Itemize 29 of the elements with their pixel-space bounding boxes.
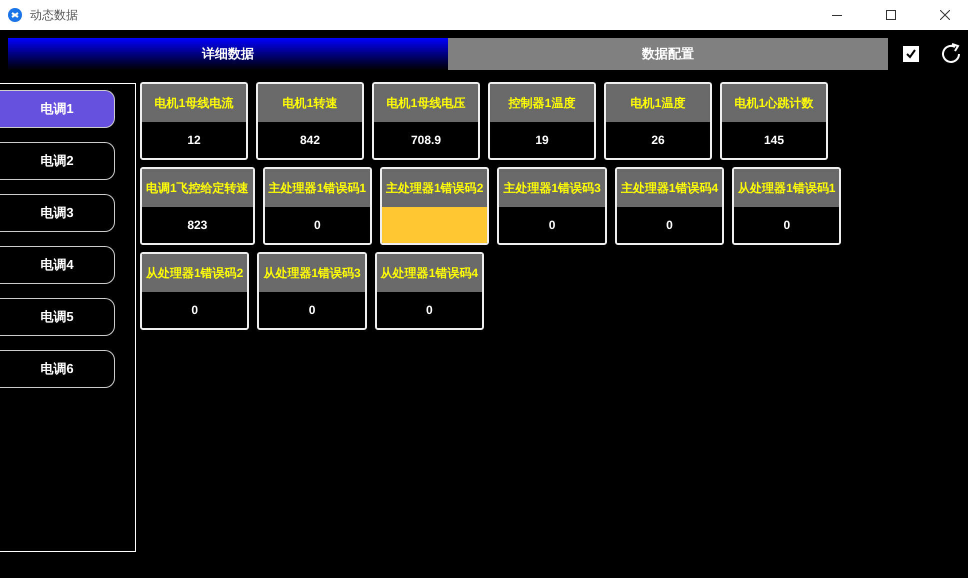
app-icon <box>8 8 22 22</box>
sidebar-item[interactable]: 电调4 <box>0 246 115 284</box>
window-title: 动态数据 <box>30 6 79 24</box>
tile-label: 电调1飞控给定转速 <box>142 169 253 207</box>
tab[interactable]: 数据配置 <box>448 38 888 70</box>
checkbox[interactable] <box>903 46 919 62</box>
tile-label: 主处理器1错误码2 <box>382 169 488 207</box>
sidebar-item[interactable]: 电调3 <box>0 194 115 232</box>
tile-label: 电机1温度 <box>606 84 710 122</box>
refresh-icon[interactable] <box>939 42 963 66</box>
tile-label: 从处理器1错误码3 <box>259 254 365 292</box>
tile-label: 电机1转速 <box>258 84 362 122</box>
sidebar-item[interactable]: 电调6 <box>0 350 115 388</box>
tile-label: 从处理器1错误码2 <box>142 254 248 292</box>
maximize-icon[interactable] <box>886 10 896 20</box>
tile-label: 控制器1温度 <box>490 84 594 122</box>
tile-label: 电机1心跳计数 <box>722 84 826 122</box>
tile-label: 主处理器1错误码1 <box>264 169 370 207</box>
tile-label: 主处理器1错误码3 <box>499 169 605 207</box>
tile-label: 电机1母线电压 <box>374 84 478 122</box>
sidebar-item[interactable]: 电调5 <box>0 298 115 336</box>
tile-label: 电机1母线电流 <box>142 84 246 122</box>
close-icon[interactable] <box>940 10 950 20</box>
tile-label: 从处理器1错误码4 <box>376 254 482 292</box>
tile-label: 主处理器1错误码4 <box>616 169 722 207</box>
sidebar-item[interactable]: 电调2 <box>0 142 115 180</box>
tab[interactable]: 详细数据 <box>8 38 448 70</box>
tile-label: 从处理器1错误码1 <box>734 169 840 207</box>
sidebar-item[interactable]: 电调1 <box>0 90 115 128</box>
